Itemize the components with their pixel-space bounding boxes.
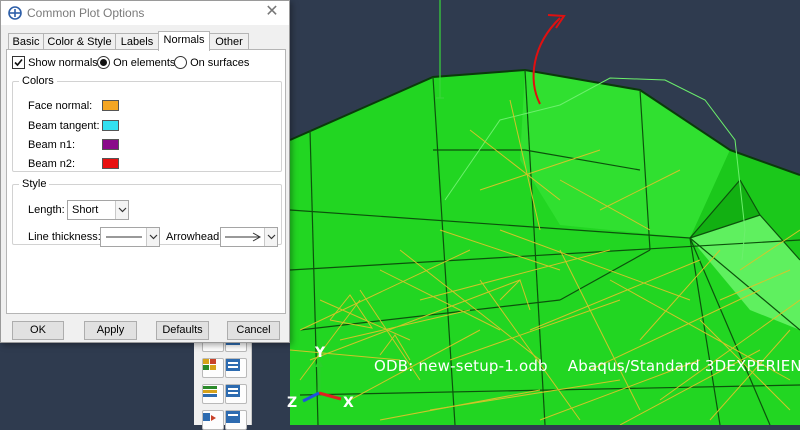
odb-name: ODB: new-setup-1.odb [374,357,548,375]
tab-color-style[interactable]: Color & Style [43,33,116,50]
layers-icon [203,386,217,397]
chevron-down-icon[interactable] [115,201,128,219]
dialog-title: Common Plot Options [27,6,145,20]
defaults-button[interactable]: Defaults [156,321,209,340]
style-group: Style Length: Short Line thickness: Arro… [12,178,282,247]
abaqus-app-icon [8,6,22,20]
tab-other[interactable]: Other [209,33,249,50]
triad-z-label: Z [287,395,298,411]
line-thickness-select[interactable] [100,227,160,247]
on-elements-label: On elements [113,57,176,69]
on-surfaces-radio[interactable]: On surfaces [174,56,249,69]
tool-button-d[interactable] [225,358,247,378]
dialog-titlebar[interactable]: Common Plot Options ✕ [1,1,289,25]
transfer-icon [203,413,216,421]
beam-tangent-label: Beam tangent: [28,120,100,132]
arrowhead-label: Arrowhead: [166,231,223,243]
apply-button[interactable]: Apply [84,321,137,340]
show-normals-checkbox[interactable]: Show normals [12,56,98,69]
tool-button-c[interactable] [202,358,224,378]
normals-tab-panel: Show normals On elements On surfaces Col… [6,49,286,314]
radio-dot-selected [97,56,110,69]
show-normals-label: Show normals [28,57,98,69]
tab-labels[interactable]: Labels [115,33,159,50]
on-elements-radio[interactable]: On elements [97,56,175,69]
grid-icon [203,359,216,370]
beam-n1-label: Beam n1: [28,139,76,151]
tool-button-e[interactable] [202,384,224,404]
length-label: Length: [28,204,65,216]
checkbox-box [12,56,25,69]
tool-button-h[interactable] [225,410,247,430]
colors-group: Colors Face normal: Beam tangent: Beam n… [12,75,282,172]
triad-x-label: X [343,395,354,411]
chevron-down-icon[interactable] [146,228,159,246]
length-select[interactable]: Short [67,200,129,220]
line-thickness-label: Line thickness: [28,231,101,243]
tool-button-f[interactable] [225,384,247,404]
checkmark-icon [14,58,23,67]
tool-button-g[interactable] [202,410,224,430]
viewport-title-block: ODB: new-setup-1.odb Abaqus/Standard 3DEX… [374,357,800,375]
style-group-title: Style [22,178,47,190]
thin-line-icon [106,236,142,238]
arrowhead-select[interactable] [220,227,278,247]
length-value: Short [72,204,99,216]
beam-n2-swatch[interactable] [102,158,119,169]
tab-normals[interactable]: Normals [158,31,210,51]
on-surfaces-label: On surfaces [190,57,250,69]
solver-text: Abaqus/Standard 3DEXPERIEN [567,357,800,375]
arrow-right-icon [225,232,262,242]
cancel-button[interactable]: Cancel [227,321,280,340]
tab-basic[interactable]: Basic [8,33,44,50]
ok-button[interactable]: OK [12,321,64,340]
chevron-down-icon[interactable] [264,228,277,246]
face-normal-label: Face normal: [28,100,93,112]
table-icon [226,359,240,371]
beam-n1-swatch[interactable] [102,139,119,150]
close-icon[interactable]: ✕ [263,3,281,21]
colors-group-title: Colors [22,75,54,87]
face-normal-swatch[interactable] [102,100,119,111]
table-icon [226,411,240,423]
toolbox-strip [194,332,252,430]
common-plot-options-dialog: Common Plot Options ✕ Basic Color & Styl… [0,0,290,343]
triad-y-label: Y [315,345,326,361]
beam-tangent-swatch[interactable] [102,120,119,131]
table-icon [226,385,240,397]
beam-n2-label: Beam n2: [28,158,76,170]
radio-dot [174,56,187,69]
